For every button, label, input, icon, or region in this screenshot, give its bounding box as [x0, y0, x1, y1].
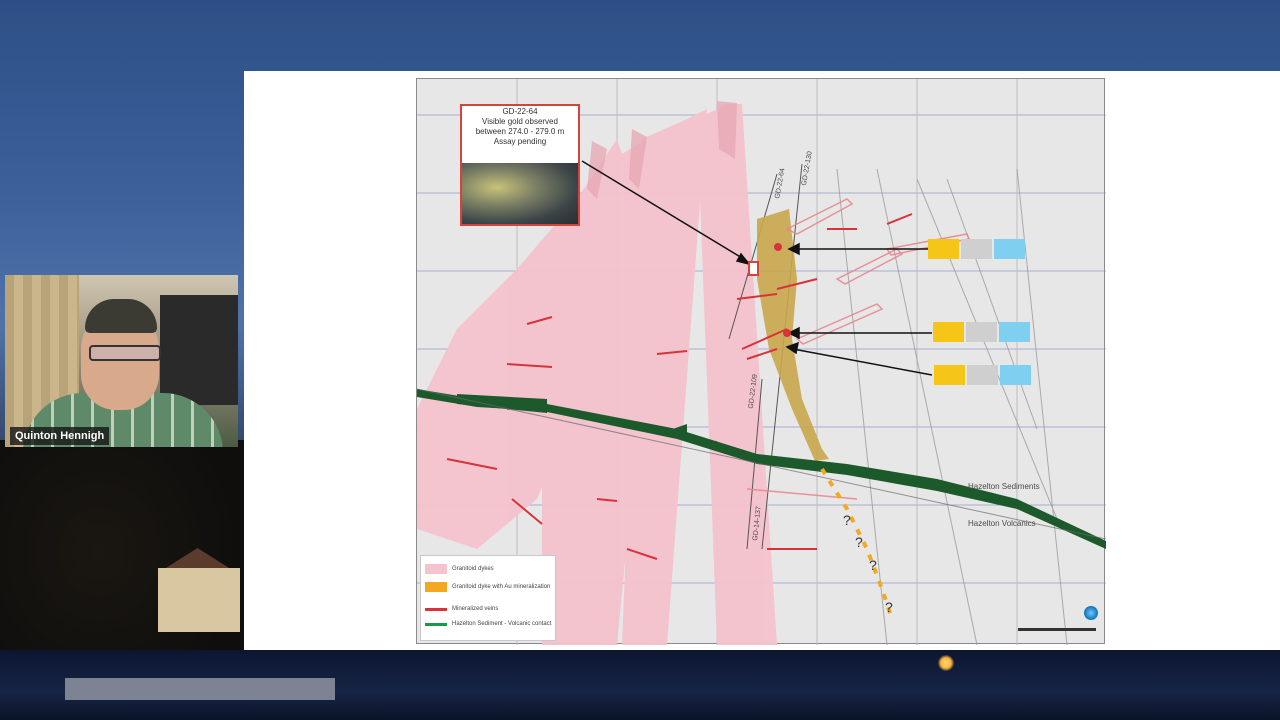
uncertain-marker: ?	[843, 512, 851, 528]
uncertain-marker: ?	[885, 599, 893, 615]
unit-label-sediments: Hazelton Sediments	[968, 482, 1040, 491]
background-streetlight	[938, 655, 954, 671]
assay-blue-cell	[1000, 365, 1031, 385]
assay-gold-cell	[928, 239, 959, 259]
legend-item-dykes: Granitoid dykes	[425, 564, 552, 574]
scale-line	[1018, 628, 1096, 631]
legend-swatch	[425, 564, 447, 574]
callout-line-1: Visible gold observed	[482, 117, 558, 126]
assay-blue-cell	[999, 322, 1030, 342]
globe-icon	[1084, 606, 1098, 620]
assay-grey-cell	[967, 365, 998, 385]
assay-gold-cell	[934, 365, 965, 385]
unit-label-volcanics: Hazelton Volcanics	[968, 519, 1036, 528]
uncertain-marker: ?	[869, 557, 877, 573]
legend-label: Hazelton Sediment - Volcanic contact	[452, 621, 552, 627]
assay-blue-cell	[994, 239, 1025, 259]
webcam-person-cap	[85, 299, 157, 333]
webcam-window	[160, 295, 238, 405]
intercept-marker	[783, 329, 791, 337]
legend-item-veins: Mineralized veins	[425, 605, 552, 613]
legend-item-contact: Hazelton Sediment - Volcanic contact	[425, 620, 552, 628]
assay-result-box	[928, 239, 1025, 259]
webcam-person-glasses	[89, 345, 161, 361]
intercept-marker	[774, 243, 782, 251]
legend-item-au-dyke: Granitoid dyke with Au mineralization	[425, 582, 552, 592]
visible-gold-marker	[748, 261, 759, 276]
legend-label: Granitoid dyke with Au mineralization	[452, 584, 551, 590]
legend-line	[425, 607, 447, 611]
assay-grey-cell	[961, 239, 992, 259]
legend-line	[425, 622, 447, 626]
visible-gold-callout: GD-22-64 Visible gold observed between 2…	[460, 104, 580, 226]
background-house	[158, 568, 240, 632]
webcam-tile[interactable]: Quinton Hennigh	[5, 275, 238, 447]
assay-gold-cell	[933, 322, 964, 342]
callout-hole-id: GD-22-64	[502, 107, 538, 116]
callout-line-3: Assay pending	[493, 137, 547, 146]
assay-result-box	[934, 365, 1031, 385]
figure-legend: Granitoid dykes Granitoid dyke with Au m…	[420, 555, 556, 641]
assay-grey-cell	[966, 322, 997, 342]
legend-label: Mineralized veins	[452, 606, 499, 612]
core-photo	[462, 163, 578, 224]
assay-result-box	[933, 322, 1030, 342]
background-dock	[65, 678, 335, 700]
legend-swatch	[425, 582, 447, 592]
participant-name-label: Quinton Hennigh	[10, 427, 110, 445]
callout-line-2: between 274.0 - 279.0 m	[475, 127, 565, 136]
callout-text: GD-22-64 Visible gold observed between 2…	[462, 106, 578, 147]
legend-label: Granitoid dykes	[452, 566, 494, 572]
uncertain-marker: ?	[855, 534, 863, 550]
